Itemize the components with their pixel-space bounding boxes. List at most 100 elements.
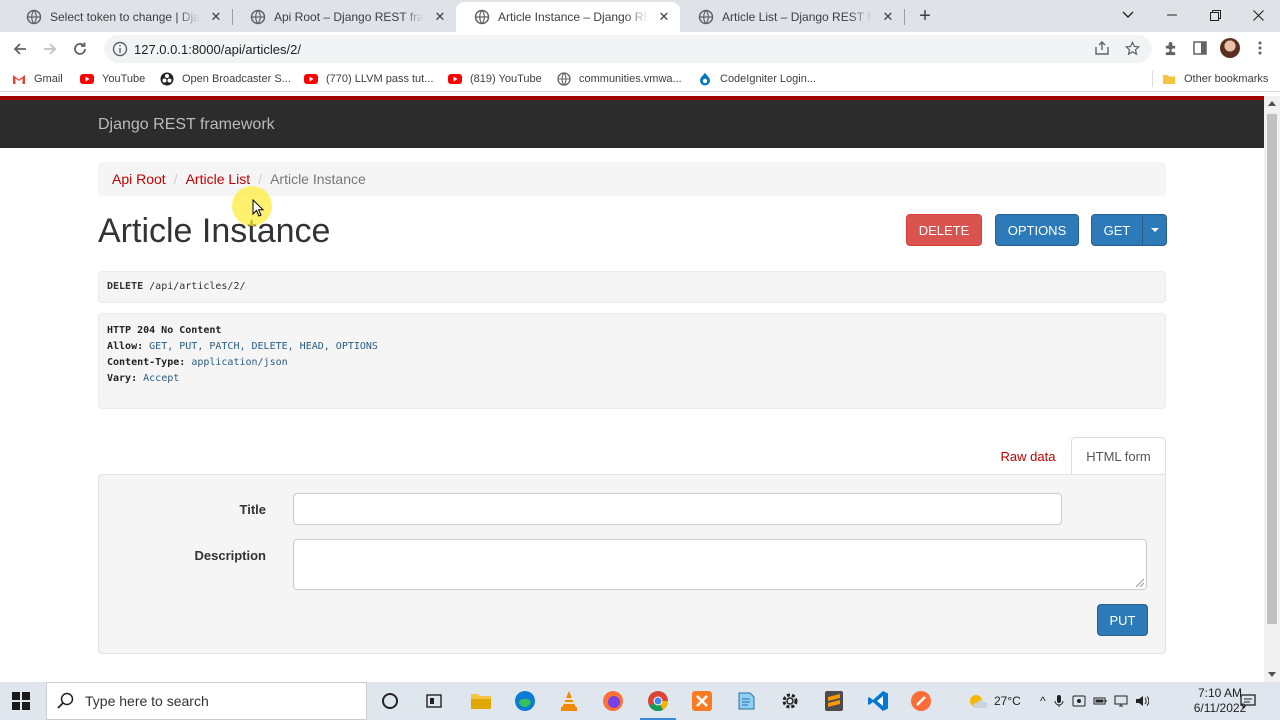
close-icon[interactable]: ✕ bbox=[880, 9, 896, 25]
globe-icon bbox=[474, 9, 490, 25]
firefox-icon[interactable] bbox=[601, 689, 625, 713]
page-title: Article Instance bbox=[98, 212, 331, 250]
browser-tab[interactable]: Api Root – Django REST framework ✕ bbox=[232, 2, 456, 32]
response-header-key: Content-Type: bbox=[107, 357, 186, 368]
task-view-icon[interactable] bbox=[422, 689, 446, 713]
description-textarea[interactable] bbox=[293, 539, 1147, 590]
bookmark-codeigniter[interactable]: CodeIgniter Login... bbox=[698, 71, 816, 87]
bookmark-obs[interactable]: Open Broadcaster S... bbox=[160, 71, 291, 87]
cortana-icon[interactable] bbox=[378, 689, 402, 713]
scroll-down-icon[interactable] bbox=[1268, 672, 1276, 677]
browser-tab-title: Article List – Django REST framew... bbox=[722, 10, 872, 24]
bookmark-label: CodeIgniter Login... bbox=[720, 73, 817, 85]
url-text[interactable]: 127.0.0.1:8000/api/articles/2/ bbox=[134, 42, 301, 57]
get-format-dropdown[interactable] bbox=[1142, 214, 1167, 246]
restore-button[interactable] bbox=[1193, 0, 1237, 30]
scroll-up-icon[interactable] bbox=[1268, 101, 1276, 106]
bookmark-star-icon[interactable] bbox=[1122, 38, 1142, 58]
description-label: Description bbox=[194, 548, 266, 563]
chevron-up-icon[interactable]: ^ bbox=[1040, 694, 1046, 708]
xampp-icon[interactable] bbox=[690, 689, 714, 713]
delete-button[interactable]: DELETE bbox=[906, 214, 982, 246]
file-explorer-icon[interactable] bbox=[469, 689, 493, 713]
tab-divider bbox=[904, 9, 905, 25]
youtube-icon bbox=[80, 74, 94, 84]
browser-tab[interactable]: Select token to change | Django ✕ bbox=[8, 2, 232, 32]
bookmark-gmail[interactable]: Gmail bbox=[12, 71, 63, 87]
close-window-button[interactable] bbox=[1236, 0, 1280, 30]
chrome-icon[interactable] bbox=[640, 689, 676, 720]
minimize-icon bbox=[1167, 14, 1177, 16]
notification-center[interactable] bbox=[1240, 682, 1256, 720]
windows-start-icon[interactable] bbox=[12, 692, 30, 710]
youtube-icon bbox=[448, 74, 462, 84]
edge-icon[interactable] bbox=[513, 689, 537, 713]
side-panel-icon[interactable] bbox=[1190, 38, 1210, 58]
close-icon[interactable]: ✕ bbox=[432, 9, 448, 25]
bookmark-llvm[interactable]: (770) LLVM pass tut... bbox=[304, 71, 433, 87]
weather-sun-icon bbox=[970, 695, 988, 708]
bookmark-label: (819) YouTube bbox=[470, 73, 542, 85]
title-input[interactable] bbox=[293, 493, 1062, 525]
close-icon[interactable]: ✕ bbox=[208, 9, 224, 25]
globe-icon bbox=[557, 72, 571, 86]
volume-icon[interactable] bbox=[1135, 695, 1149, 707]
minimize-button[interactable] bbox=[1150, 0, 1194, 30]
response-header-key: Vary: bbox=[107, 373, 138, 384]
chevron-down-icon bbox=[1122, 11, 1134, 18]
breadcrumb-api-root[interactable]: Api Root bbox=[112, 171, 166, 187]
reload-button[interactable] bbox=[68, 37, 92, 61]
bookmark-label: Gmail bbox=[34, 73, 63, 85]
new-tab-button[interactable]: + bbox=[914, 5, 936, 27]
share-icon[interactable] bbox=[1092, 38, 1112, 58]
notepad-icon[interactable] bbox=[734, 689, 758, 713]
postman-icon[interactable] bbox=[909, 689, 933, 713]
request-path: /api/articles/2/ bbox=[149, 281, 246, 292]
breadcrumb-article-list[interactable]: Article List bbox=[186, 171, 251, 187]
restore-icon bbox=[1209, 9, 1221, 21]
battery-icon[interactable] bbox=[1093, 695, 1107, 707]
tab-search-button[interactable] bbox=[1106, 0, 1150, 30]
other-bookmarks[interactable]: Other bookmarks bbox=[1162, 71, 1268, 87]
meet-now-icon[interactable] bbox=[1072, 695, 1086, 707]
globe-icon bbox=[250, 9, 266, 25]
gmail-icon bbox=[13, 75, 25, 84]
resize-handle-icon[interactable] bbox=[1136, 579, 1144, 587]
taskbar-search[interactable]: Type here to search bbox=[46, 682, 367, 720]
options-button[interactable]: OPTIONS bbox=[995, 214, 1079, 246]
microphone-icon[interactable] bbox=[1054, 694, 1064, 708]
sublime-text-icon[interactable] bbox=[822, 689, 846, 713]
network-icon[interactable] bbox=[1114, 695, 1128, 707]
info-icon[interactable] bbox=[112, 41, 128, 57]
close-icon[interactable]: ✕ bbox=[656, 9, 672, 25]
other-bookmarks-label: Other bookmarks bbox=[1184, 73, 1269, 85]
weather-widget[interactable]: 27°C bbox=[968, 682, 1021, 720]
address-bar[interactable]: 127.0.0.1:8000/api/articles/2/ bbox=[104, 35, 1152, 63]
arrow-left-icon bbox=[13, 43, 26, 55]
weather-temperature: 27°C bbox=[994, 694, 1021, 708]
globe-icon bbox=[26, 9, 42, 25]
browser-tab-active[interactable]: Article Instance – Django REST fr... ✕ bbox=[456, 2, 680, 32]
tab-raw-data[interactable]: Raw data bbox=[990, 437, 1066, 475]
get-button[interactable]: GET bbox=[1091, 214, 1143, 246]
bookmark-vmware[interactable]: communities.vmwa... bbox=[557, 71, 682, 87]
back-button[interactable] bbox=[8, 37, 32, 61]
bookmark-youtube[interactable]: YouTube bbox=[80, 71, 145, 87]
menu-kebab-icon[interactable] bbox=[1250, 38, 1270, 58]
settings-gear-icon[interactable] bbox=[778, 689, 802, 713]
browser-tab-title: Article Instance – Django REST fr... bbox=[498, 10, 648, 24]
put-button[interactable]: PUT bbox=[1097, 604, 1148, 636]
page-scrollbar[interactable] bbox=[1264, 96, 1280, 682]
profile-avatar[interactable] bbox=[1220, 38, 1240, 58]
scrollbar-thumb[interactable] bbox=[1267, 114, 1277, 624]
extensions-icon[interactable] bbox=[1160, 38, 1180, 58]
vlc-icon[interactable] bbox=[557, 689, 581, 713]
tab-html-form[interactable]: HTML form bbox=[1071, 437, 1166, 475]
vscode-icon[interactable] bbox=[866, 689, 890, 713]
browser-tab[interactable]: Article List – Django REST framew... ✕ bbox=[680, 2, 904, 32]
windows-taskbar: Type here to search 27°C ^ 7:10 AM 6/11/… bbox=[0, 682, 1280, 720]
forward-button[interactable] bbox=[38, 37, 62, 61]
drf-brand-link[interactable]: Django REST framework bbox=[98, 116, 275, 134]
bookmark-label: Open Broadcaster S... bbox=[182, 73, 291, 85]
bookmark-youtube-819[interactable]: (819) YouTube bbox=[448, 71, 542, 87]
